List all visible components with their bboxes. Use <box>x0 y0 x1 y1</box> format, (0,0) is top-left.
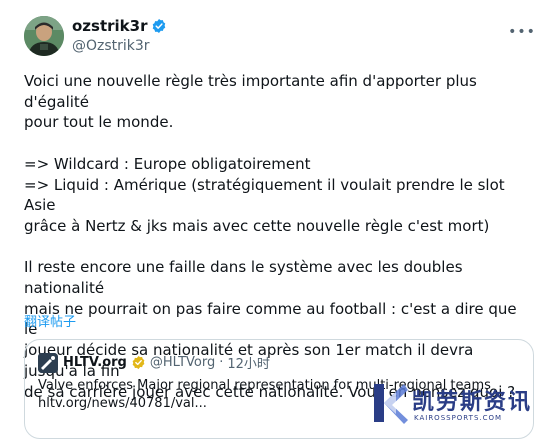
quoted-text-line2: hltv.org/news/40781/val... <box>38 396 207 411</box>
author-avatar[interactable] <box>24 16 64 56</box>
author-name-row: ozstrik3r <box>72 17 167 35</box>
author-display-name[interactable]: ozstrik3r <box>72 17 147 35</box>
verified-badge-icon <box>153 19 166 33</box>
verified-org-badge-icon <box>132 355 145 370</box>
watermark: 凯劳斯资讯 KAIROSSPORTS.COM <box>368 372 544 432</box>
quoted-tweet-header: HLTV.org @HLTVorg · 12小时 <box>63 353 270 372</box>
quoted-author-name[interactable]: HLTV.org <box>63 355 127 370</box>
quoted-separator: · <box>219 355 224 370</box>
quoted-timestamp[interactable]: 12小时 <box>227 353 270 372</box>
hltv-logo-icon <box>38 353 58 373</box>
more-options-icon[interactable]: ••• <box>508 20 535 44</box>
watermark-title: 凯劳斯资讯 <box>412 390 533 415</box>
watermark-subtitle: KAIROSSPORTS.COM <box>414 414 503 422</box>
translate-post-link[interactable]: 翻译帖子 <box>24 311 76 330</box>
avatar-image <box>24 16 64 56</box>
author-handle[interactable]: @Ozstrik3r <box>72 38 150 54</box>
watermark-logo-icon <box>374 384 408 424</box>
quoted-author-handle[interactable]: @HLTVorg <box>150 355 215 370</box>
